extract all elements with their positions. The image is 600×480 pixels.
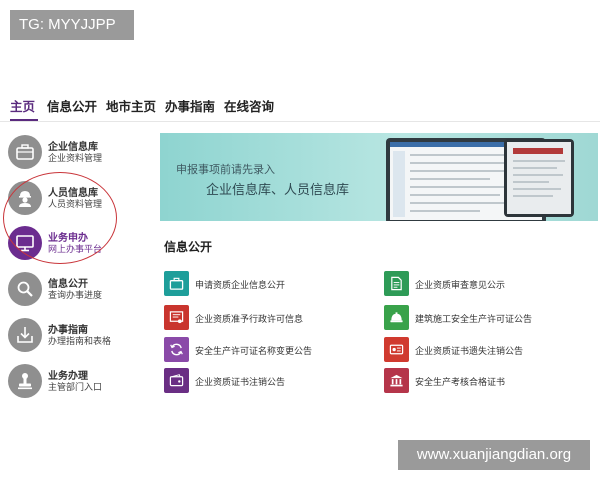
nav-consult[interactable]: 在线咨询 (224, 96, 274, 115)
nav-info-public[interactable]: 信息公开 (47, 96, 97, 115)
sidebar-item-company-db[interactable]: 企业信息库 企业资料管理 (8, 133, 158, 173)
banner-line2: 企业信息库、人员信息库 (206, 183, 350, 198)
download-icon (8, 318, 42, 352)
nav-guide[interactable]: 办事指南 (165, 96, 215, 115)
info-item-label: 安全生产许可证名称变更公告 (195, 347, 313, 357)
sidebar-item-subtitle: 查询办事进度 (48, 291, 103, 301)
refresh-icon (164, 337, 189, 362)
watermark-bottom: www.xuanjiangdian.org (398, 440, 590, 470)
info-item-lost-cancel[interactable]: 企业资质证书遗失注销公告 (384, 337, 594, 363)
sidebar-item-subtitle: 主管部门入口 (48, 383, 103, 393)
info-item-company-info[interactable]: 申请资质企业信息公开 (164, 271, 374, 297)
certificate-icon (164, 305, 189, 330)
main-nav: 主页 信息公开 地市主页 办事指南 在线咨询 (0, 96, 600, 120)
monitor-illustration-secondary (504, 139, 574, 217)
info-item-label: 企业资质准予行政许可信息 (195, 315, 304, 325)
info-section-title: 信息公开 (164, 240, 213, 254)
monitor-icon (8, 226, 42, 260)
info-item-license-info[interactable]: 企业资质准予行政许可信息 (164, 305, 374, 331)
info-item-safety-exam[interactable]: 安全生产考核合格证书 (384, 368, 594, 394)
info-item-cert-cancel[interactable]: 企业资质证书注销公告 (164, 368, 374, 394)
bank-icon (384, 368, 409, 393)
banner-line1: 申报事项前请先录入 (176, 163, 275, 176)
watermark-top: TG: MYYJJPP (10, 10, 134, 40)
sidebar-item-business-apply[interactable]: 业务申办 网上办事平台 (8, 224, 158, 264)
briefcase-icon (8, 135, 42, 169)
info-item-label: 申请资质企业信息公开 (195, 281, 286, 291)
sidebar-item-personnel-db[interactable]: 人员信息库 人员资料管理 (8, 179, 158, 219)
info-item-safety-license[interactable]: 建筑施工安全生产许可证公告 (384, 305, 594, 331)
sidebar-item-subtitle: 企业资料管理 (48, 154, 103, 164)
sidebar-item-guide[interactable]: 办事指南 办理指南和表格 (8, 316, 158, 356)
info-item-label: 建筑施工安全生产许可证公告 (415, 315, 533, 325)
search-icon (8, 272, 42, 306)
sidebar-item-handling[interactable]: 业务办理 主管部门入口 (8, 362, 158, 402)
card-icon (384, 337, 409, 362)
info-item-label: 企业资质审查意见公示 (415, 281, 506, 291)
banner[interactable]: 申报事项前请先录入 企业信息库、人员信息库 (160, 133, 598, 221)
wallet-icon (164, 368, 189, 393)
info-item-review-opinion[interactable]: 企业资质审查意见公示 (384, 271, 594, 297)
worker-icon (8, 181, 42, 215)
document-icon (384, 271, 409, 296)
sidebar-item-subtitle: 人员资料管理 (48, 200, 103, 210)
sidebar-item-info-public[interactable]: 信息公开 查询办事进度 (8, 270, 158, 310)
nav-home[interactable]: 主页 (10, 96, 35, 115)
sidebar-item-subtitle: 网上办事平台 (48, 245, 103, 255)
stamp-icon (8, 364, 42, 398)
info-item-name-change[interactable]: 安全生产许可证名称变更公告 (164, 337, 374, 363)
sidebar-item-subtitle: 办理指南和表格 (48, 337, 112, 347)
nav-city-home[interactable]: 地市主页 (106, 96, 156, 115)
info-item-label: 安全生产考核合格证书 (415, 378, 506, 388)
info-item-label: 企业资质证书注销公告 (195, 378, 286, 388)
briefcase-icon (164, 271, 189, 296)
helmet-icon (384, 305, 409, 330)
info-item-label: 企业资质证书遗失注销公告 (415, 347, 524, 357)
nav-divider (0, 121, 600, 122)
